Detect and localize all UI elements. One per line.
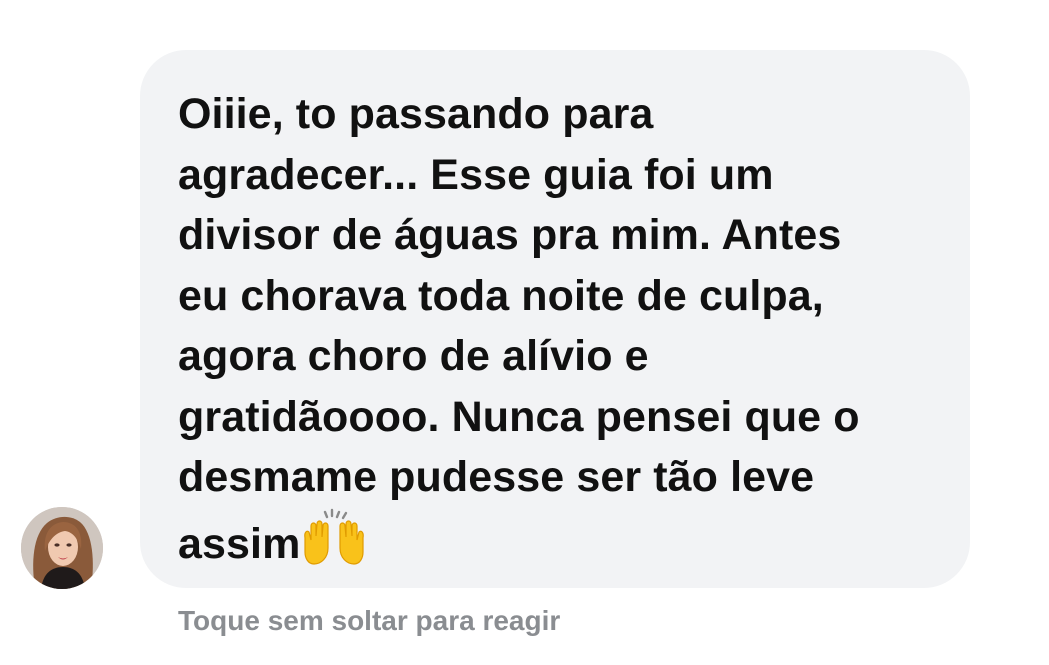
raising-hands-emoji xyxy=(301,508,367,566)
message-bubble[interactable]: Oiiie, to passando para agradecer... Ess… xyxy=(140,50,970,588)
message-line: assim xyxy=(178,519,301,568)
reaction-hint: Toque sem soltar para reagir xyxy=(178,605,561,636)
message-line: eu chorava toda noite de culpa, xyxy=(178,271,824,320)
message-line: Oiiie, to passando para xyxy=(178,90,654,138)
message-line: agradecer... Esse guia foi um xyxy=(178,150,774,199)
message-line: desmame pudesse ser tão leve xyxy=(178,453,815,501)
message-line-last: assim xyxy=(178,508,930,575)
message-line: divisor de águas pra mim. Antes xyxy=(178,211,842,259)
message-text: Oiiie, to passando para agradecer... Ess… xyxy=(178,84,930,574)
profile-photo xyxy=(21,507,103,589)
avatar[interactable] xyxy=(21,507,103,589)
message-line: agora choro de alívio e xyxy=(178,332,649,380)
message-line: gratidãoooo. Nunca pensei que o xyxy=(178,392,860,441)
